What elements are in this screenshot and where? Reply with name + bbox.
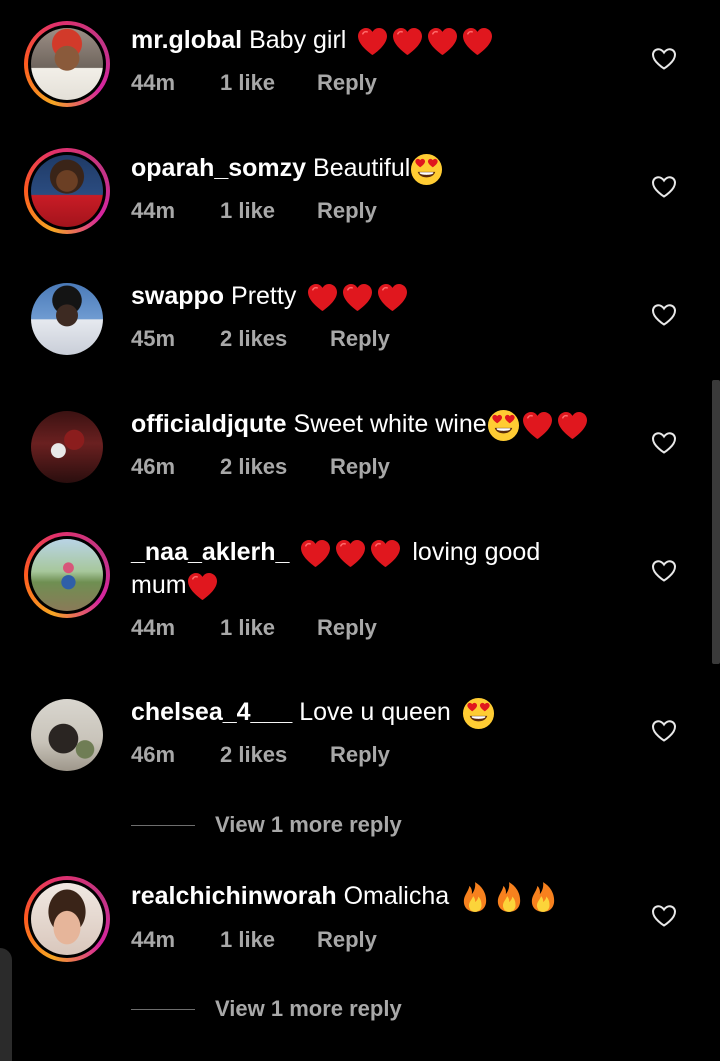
comment-username[interactable]: mr.global: [131, 26, 242, 54]
reply-button[interactable]: Reply: [330, 742, 390, 768]
comment-meta: 44m 1 like Reply: [131, 198, 377, 224]
profile-photo: [31, 411, 103, 483]
comment-username[interactable]: oparah_somzy: [131, 154, 306, 182]
comment-message: Beautiful: [313, 154, 411, 182]
reply-button[interactable]: Reply: [317, 70, 377, 96]
red-heart-emoji: [300, 539, 331, 568]
avatar[interactable]: [24, 532, 110, 618]
red-heart-emoji: [357, 27, 388, 56]
comment-username[interactable]: realchichinworah: [131, 882, 337, 910]
profile-photo: [31, 283, 103, 355]
comment-message: loving good: [412, 538, 541, 566]
view-more-replies[interactable]: View 1 more reply: [131, 996, 402, 1022]
avatar[interactable]: [24, 21, 110, 107]
heart-outline-icon[interactable]: [651, 175, 677, 199]
red-heart-emoji: [342, 283, 373, 312]
heart-outline-icon[interactable]: [651, 303, 677, 327]
like-count[interactable]: 2 likes: [220, 326, 330, 352]
like-count[interactable]: 1 like: [220, 927, 317, 953]
heart-eyes-emoji: [487, 409, 520, 442]
comment-message: Pretty: [231, 282, 297, 310]
reply-button[interactable]: Reply: [330, 326, 390, 352]
like-count[interactable]: 1 like: [220, 198, 317, 224]
comment-time: 45m: [131, 326, 176, 351]
like-count[interactable]: 2 likes: [220, 454, 330, 480]
red-heart-emoji: [307, 283, 338, 312]
profile-photo: [31, 28, 103, 100]
comment-meta: 44m 1 like Reply: [131, 70, 377, 96]
comment-meta: 44m 1 like Reply: [131, 615, 377, 641]
comment-username[interactable]: chelsea_4___: [131, 698, 292, 726]
red-heart-emoji: [557, 411, 588, 440]
comment-message: Omalicha: [343, 882, 450, 910]
avatar[interactable]: [24, 692, 110, 778]
comment-time: 46m: [131, 742, 176, 767]
view-more-label[interactable]: View 1 more reply: [215, 996, 402, 1022]
red-heart-emoji: [392, 27, 423, 56]
comment-time: 44m: [131, 70, 176, 95]
comment-username[interactable]: swappo: [131, 282, 224, 310]
comment-message: Sweet white wine: [293, 410, 487, 438]
comment-time: 44m: [131, 927, 176, 952]
edge-panel-handle[interactable]: [0, 948, 12, 1061]
reply-button[interactable]: Reply: [330, 454, 390, 480]
red-heart-emoji: [370, 539, 401, 568]
comment-time: 46m: [131, 454, 176, 479]
profile-photo: [31, 155, 103, 227]
view-more-replies[interactable]: View 1 more reply: [131, 812, 402, 838]
comment-text: mr.global Baby girl: [131, 24, 631, 57]
reply-button[interactable]: Reply: [317, 927, 377, 953]
fire-emoji: [462, 881, 488, 913]
comment-text: chelsea_4___ Love u queen: [131, 696, 631, 730]
comment-message-cont: mum: [131, 571, 187, 599]
fire-emoji: [530, 881, 556, 913]
heart-outline-icon[interactable]: [651, 904, 677, 928]
like-count[interactable]: 1 like: [220, 615, 317, 641]
red-heart-emoji: [462, 27, 493, 56]
red-heart-emoji: [335, 539, 366, 568]
profile-photo: [31, 539, 103, 611]
comment-meta: 46m 2 likes Reply: [131, 454, 390, 480]
reply-button[interactable]: Reply: [317, 198, 377, 224]
red-heart-emoji: [187, 572, 218, 601]
divider: [131, 824, 195, 826]
comment-time: 44m: [131, 615, 176, 640]
heart-eyes-emoji: [462, 697, 495, 730]
avatar[interactable]: [24, 404, 110, 490]
heart-outline-icon[interactable]: [651, 47, 677, 71]
fire-emoji: [496, 881, 522, 913]
comment-meta: 46m 2 likes Reply: [131, 742, 390, 768]
profile-photo: [31, 699, 103, 771]
view-more-label[interactable]: View 1 more reply: [215, 812, 402, 838]
comment-text: _naa_aklerh_ loving good mum: [131, 536, 631, 602]
profile-photo: [31, 883, 103, 955]
heart-outline-icon[interactable]: [651, 719, 677, 743]
avatar[interactable]: [24, 876, 110, 962]
heart-outline-icon[interactable]: [651, 559, 677, 583]
comment-text: oparah_somzy Beautiful: [131, 152, 631, 186]
avatar[interactable]: [24, 148, 110, 234]
comment-time: 44m: [131, 198, 176, 223]
scrollbar[interactable]: [712, 380, 720, 664]
avatar[interactable]: [24, 276, 110, 362]
comment-text: officialdjqute Sweet white wine: [131, 408, 631, 442]
red-heart-emoji: [427, 27, 458, 56]
comment-meta: 44m 1 like Reply: [131, 927, 377, 953]
comment-username[interactable]: _naa_aklerh_: [131, 538, 289, 566]
comment-message: Love u queen: [299, 698, 451, 726]
like-count[interactable]: 1 like: [220, 70, 317, 96]
comment-message: Baby girl: [249, 26, 347, 54]
red-heart-emoji: [377, 283, 408, 312]
heart-eyes-emoji: [410, 153, 443, 186]
reply-button[interactable]: Reply: [317, 615, 377, 641]
red-heart-emoji: [522, 411, 553, 440]
divider: [131, 1008, 195, 1010]
comment-meta: 45m 2 likes Reply: [131, 326, 390, 352]
like-count[interactable]: 2 likes: [220, 742, 330, 768]
comment-username[interactable]: officialdjqute: [131, 410, 287, 438]
heart-outline-icon[interactable]: [651, 431, 677, 455]
comment-text: realchichinworah Omalicha: [131, 880, 631, 913]
comment-text: swappo Pretty: [131, 280, 631, 313]
